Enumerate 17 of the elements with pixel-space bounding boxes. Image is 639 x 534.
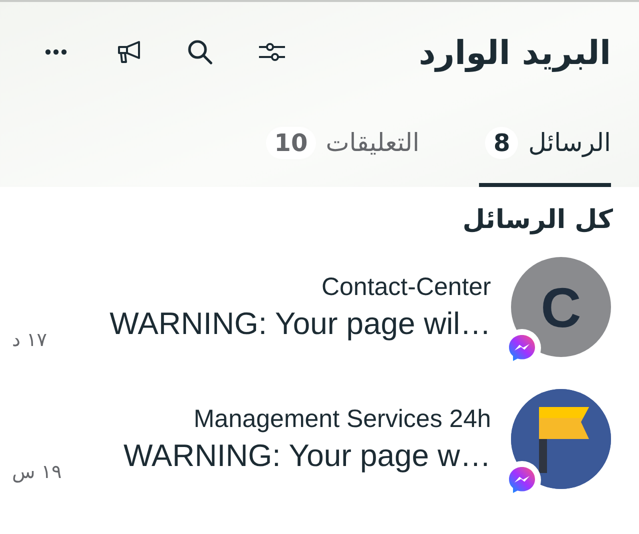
section-heading: كل الرسائل bbox=[461, 204, 614, 235]
megaphone-icon bbox=[115, 40, 141, 64]
more-icon bbox=[45, 49, 67, 55]
inbox-title: البريد الوارد bbox=[418, 32, 611, 72]
message-preview: WARNING: Your page wil… bbox=[110, 306, 491, 342]
message-preview: WARNING: Your page w… bbox=[123, 438, 491, 474]
timestamp: ١٧ د bbox=[12, 329, 47, 351]
sender-name: Contact-Center bbox=[321, 272, 491, 302]
count-badge: 10 bbox=[266, 126, 316, 158]
filter-icon bbox=[257, 40, 287, 64]
timestamp: ١٩ س bbox=[12, 461, 62, 483]
messenger-icon bbox=[507, 465, 537, 495]
sender-name: Management Services 24h bbox=[194, 404, 491, 434]
avatar: C bbox=[511, 257, 611, 357]
count-badge: 8 bbox=[485, 126, 518, 158]
search-icon bbox=[187, 39, 213, 65]
messenger-icon bbox=[507, 333, 537, 363]
